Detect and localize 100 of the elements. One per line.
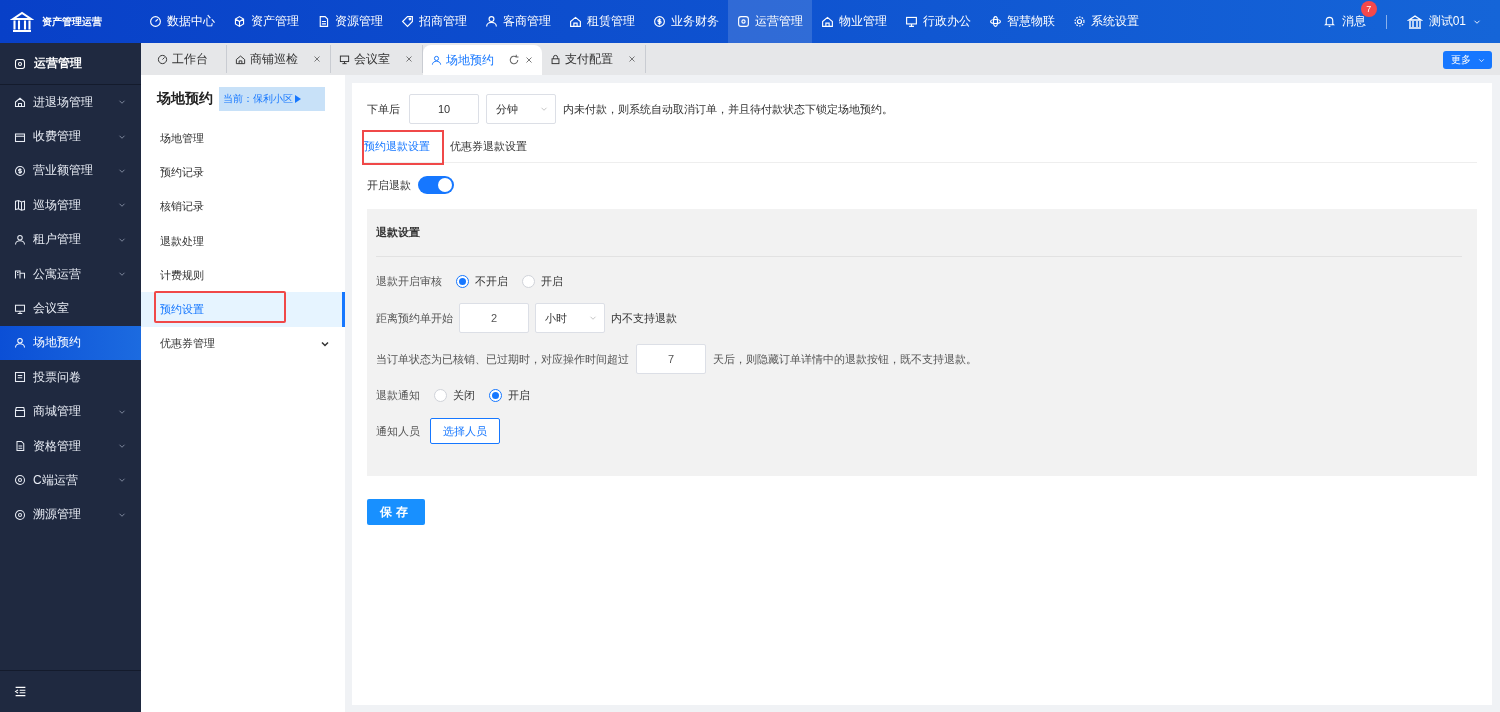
person-icon [431, 54, 442, 66]
nav-item[interactable]: 招商管理 [392, 0, 476, 43]
radio-label: 不开启 [475, 273, 508, 289]
house-icon [569, 15, 582, 28]
sidebar-item[interactable]: C端运营 [0, 463, 141, 498]
tag-icon [401, 15, 414, 28]
close-icon[interactable] [627, 54, 637, 64]
lock-icon [550, 53, 561, 65]
close-icon[interactable] [404, 54, 414, 64]
monitor-icon [905, 15, 918, 28]
sidebar-item[interactable]: 投票问卷 [0, 360, 141, 395]
triangle-icon [295, 95, 301, 103]
submenu-item[interactable]: 核销记录 [141, 189, 345, 224]
nav-item[interactable]: 运营管理 [728, 0, 812, 43]
unit-select[interactable]: 分钟 [486, 94, 556, 124]
coin-icon [14, 164, 26, 177]
sidebar-item[interactable]: 收费管理 [0, 119, 141, 154]
close-icon[interactable] [524, 55, 534, 65]
submenu-item[interactable]: 预约记录 [141, 155, 345, 190]
field-label: 退款开启审核 [376, 273, 442, 289]
page-tab[interactable]: 商铺巡检 [227, 45, 331, 73]
nav-item[interactable]: 行政办公 [896, 0, 980, 43]
store-icon [14, 405, 26, 418]
submenu-item[interactable]: 计费规则 [141, 258, 345, 293]
radio-option[interactable]: 不开启 [456, 273, 508, 289]
submenu-item[interactable]: 优惠券管理 [141, 326, 345, 362]
document-icon [14, 440, 26, 453]
sidebar-item[interactable]: 商城管理 [0, 394, 141, 429]
nav-item[interactable]: 系统设置 [1064, 0, 1148, 43]
field-label: 当订单状态为已核销、已过期时，对应操作时间超过 [376, 351, 629, 367]
wallet-icon [14, 130, 26, 143]
close-icon[interactable] [312, 54, 322, 64]
hide-description: 天后，则隐藏订单详情中的退款按钮，既不支持退款。 [713, 351, 977, 367]
radio-label: 开启 [541, 273, 563, 289]
nav-item[interactable]: 资源管理 [308, 0, 392, 43]
sidebar-item[interactable]: 场地预约 [0, 325, 141, 361]
days-input[interactable]: 7 [636, 344, 706, 374]
radio-button[interactable] [456, 274, 469, 288]
panel-title: 退款设置 [376, 225, 420, 240]
document-icon [317, 15, 330, 28]
sidebar-item[interactable]: 资格管理 [0, 428, 141, 464]
sidebar-item[interactable]: 营业额管理 [0, 153, 141, 189]
sidebar-item[interactable]: 溯源管理 [0, 497, 141, 533]
page-tab[interactable]: 工作台 [149, 45, 227, 73]
bank-icon [1406, 13, 1423, 30]
nav-item[interactable]: 业务财务 [644, 0, 728, 43]
field-label: 距离预约单开始 [376, 310, 453, 326]
gauge-icon [157, 53, 168, 65]
user-menu[interactable]: 测试01 [1428, 13, 1466, 30]
sidebar-item[interactable]: 巡场管理 [0, 188, 141, 223]
atom-icon [989, 15, 1002, 28]
nav-item[interactable]: 数据中心 [140, 0, 224, 43]
gear-icon [1073, 15, 1086, 28]
nav-item[interactable]: 客商管理 [476, 0, 560, 43]
page-tab[interactable]: 场地预约 [423, 45, 542, 75]
list-icon [14, 371, 26, 384]
collapse-icon[interactable] [14, 685, 27, 698]
nav-item[interactable]: 智慧物联 [980, 0, 1064, 43]
house-icon [235, 53, 246, 65]
bell-icon[interactable] [1322, 15, 1336, 28]
person-icon [14, 336, 26, 349]
sidebar-item[interactable]: 公寓运营 [0, 256, 141, 292]
hours-input[interactable]: 2 [459, 303, 529, 333]
nav-item[interactable]: 资产管理 [224, 0, 308, 43]
app-title: 资产管理运营 [42, 14, 102, 29]
nav-item[interactable]: 租赁管理 [560, 0, 644, 43]
unit-select[interactable]: 小时 [535, 303, 605, 333]
sidebar-item[interactable]: 租户管理 [0, 222, 141, 257]
submenu-item[interactable]: 场地管理 [141, 121, 345, 156]
settings-tab[interactable]: 预约退款设置 [362, 129, 444, 165]
toggle-label: 开启退款 [367, 177, 411, 193]
section-title: 场地预约 [157, 90, 213, 108]
house-icon [14, 96, 26, 109]
sidebar-item[interactable]: 进退场管理 [0, 85, 141, 120]
settings-tab[interactable]: 优惠券退款设置 [448, 129, 541, 165]
radio-option[interactable]: 开启 [522, 273, 563, 289]
refresh-icon[interactable] [508, 54, 520, 66]
radio-option[interactable]: 关闭 [434, 387, 475, 403]
field-label: 退款通知 [376, 387, 420, 403]
more-button[interactable]: 更多 [1443, 51, 1492, 69]
select-staff-button[interactable]: 选择人员 [430, 418, 500, 444]
buildings-icon [14, 268, 26, 281]
radio-label: 开启 [508, 387, 530, 403]
refund-toggle[interactable] [418, 176, 454, 194]
bank-icon [10, 9, 34, 34]
house-icon [821, 15, 834, 28]
notification-badge: 7 [1360, 1, 1377, 17]
sidebar-item[interactable]: 会议室 [0, 291, 141, 326]
person-icon [485, 15, 498, 28]
submenu-item[interactable]: 退款处理 [141, 223, 345, 259]
cutoff-description: 内不支持退款 [611, 310, 677, 326]
radio-button[interactable] [489, 388, 502, 402]
nav-item[interactable]: 物业管理 [812, 0, 896, 43]
timeout-description: 内未付款，则系统自动取消订单，并且待付款状态下锁定场地预约。 [563, 101, 893, 117]
radio-option[interactable]: 开启 [489, 387, 530, 403]
target-icon [14, 474, 26, 487]
submenu-item[interactable]: 预约设置 [141, 292, 345, 327]
sidebar-title: 运营管理 [34, 55, 82, 72]
page-tab[interactable]: 支付配置 [542, 45, 646, 73]
minutes-input[interactable]: 10 [409, 94, 479, 124]
